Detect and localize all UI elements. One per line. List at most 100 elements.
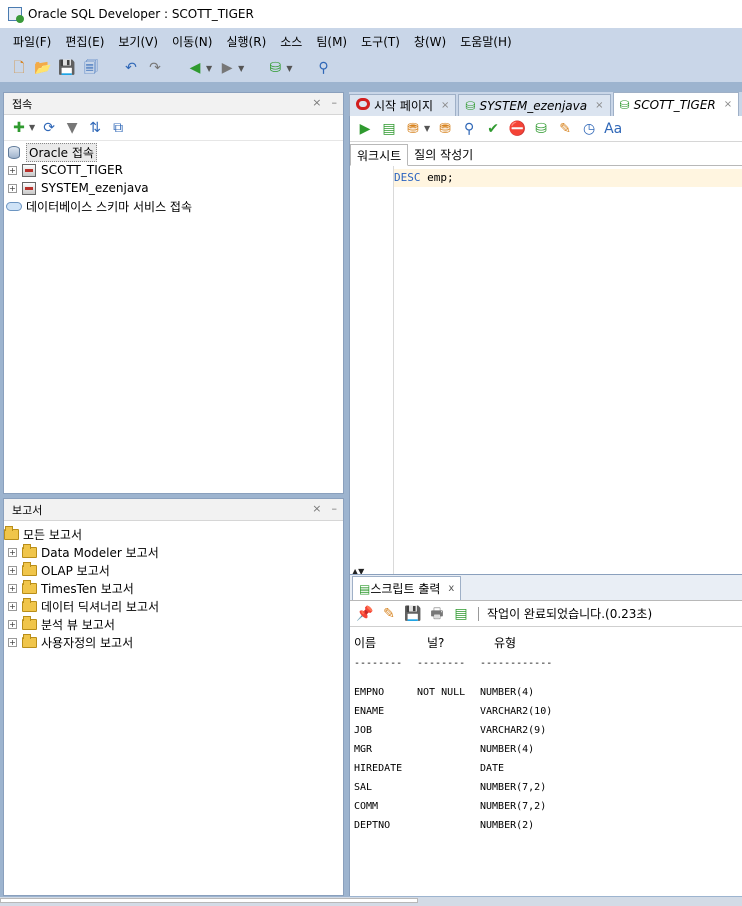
tab-close-icon[interactable]: × [724, 99, 732, 110]
history-icon[interactable]: ◷ [580, 120, 598, 138]
autotrace-icon[interactable]: ✔ [484, 120, 502, 138]
expand-icon[interactable]: + [8, 619, 17, 629]
script-output-panel: ▤ 스크립트 출력 x 📌 ✎ 💾 🖶 ▤ 작업이 완료되었습니다.(0.23초… [349, 574, 742, 896]
save-all-icon[interactable]: 🗐 [82, 59, 100, 77]
script-icon[interactable]: ▤ [452, 605, 470, 623]
sort-icon[interactable]: ⇅ [86, 119, 104, 137]
nullable: NOT NULL [417, 687, 466, 698]
menu-help[interactable]: 도움말(H) [453, 33, 519, 50]
menu-source[interactable]: 소스 [273, 33, 309, 50]
horizontal-scrollbar[interactable] [0, 898, 418, 903]
editor-toolbar: ▶ ▤ ⛃ ▼ ⛃ ⚲ ✔ ⛔ ⛁ ✎ ◷ Aa [350, 116, 742, 142]
column-name: JOB [354, 725, 373, 736]
redo-icon[interactable]: ↷ [146, 59, 164, 77]
separator: -------- [354, 657, 403, 669]
menu-tools[interactable]: 도구(T) [354, 33, 407, 50]
tab-close-icon[interactable]: x [448, 583, 454, 594]
new-file-icon[interactable]: 🗋 [10, 59, 28, 77]
tree-item-report[interactable]: + Data Modeler 보고서 [6, 543, 343, 561]
subtab-query-builder[interactable]: 질의 작성기 [408, 143, 479, 165]
tree-item-report[interactable]: + TimesTen 보고서 [6, 579, 343, 597]
back-icon[interactable]: ◀ [186, 59, 204, 77]
expand-icon[interactable]: + [8, 183, 17, 193]
sql-tuning-icon[interactable]: ⛁ [532, 120, 550, 138]
pin-icon[interactable]: 📌 [356, 605, 374, 623]
tree-item-report[interactable]: + OLAP 보고서 [6, 561, 343, 579]
tree-item-system-ezenjava[interactable]: + SYSTEM_ezenjava [6, 179, 343, 197]
menu-file[interactable]: 파일(F) [6, 33, 58, 50]
open-folder-icon[interactable]: 📂 [34, 59, 52, 77]
expand-icon[interactable]: + [8, 547, 17, 557]
rollback-icon[interactable]: ⛃ [436, 120, 454, 138]
connections-close-icon[interactable]: × [312, 96, 321, 109]
tree-item-report[interactable]: + 데이터 딕셔너리 보고서 [6, 597, 343, 615]
column-name: ENAME [354, 706, 385, 717]
run-script-icon[interactable]: ▤ [380, 120, 398, 138]
add-connection-dropdown-icon[interactable]: ▼ [29, 123, 35, 132]
column-type: NUMBER(7,2) [480, 782, 547, 793]
explain-plan-icon[interactable]: ⚲ [460, 120, 478, 138]
schema-browser-icon[interactable]: ⧉ [109, 119, 127, 137]
undo-icon[interactable]: ↶ [122, 59, 140, 77]
code-editor[interactable]: DESC emp; ▲▼ [350, 166, 742, 576]
clear-output-icon[interactable]: ✎ [380, 605, 398, 623]
forward-dropdown-icon[interactable]: ▼ [238, 64, 244, 73]
tree-item-scott-tiger[interactable]: + SCOTT_TIGER [6, 161, 343, 179]
column-name: COMM [354, 801, 379, 812]
reports-tree: 모든 보고서 + Data Modeler 보고서 + OLAP 보고서 + T… [3, 521, 343, 651]
clear-icon[interactable]: ✎ [556, 120, 574, 138]
sql-worksheet-icon[interactable]: ⛁ [266, 59, 284, 77]
add-connection-icon[interactable]: ✚ [10, 119, 28, 137]
save-icon[interactable]: 💾 [58, 59, 76, 77]
tab-label: SYSTEM_ezenjava [479, 98, 588, 113]
subtab-worksheet[interactable]: 워크시트 [350, 144, 409, 166]
folder-icon [21, 579, 37, 595]
menu-window[interactable]: 창(W) [407, 33, 453, 50]
tab-close-icon[interactable]: × [595, 100, 603, 111]
reports-panel: 보고서 × – 모든 보고서 + Data Modeler 보고서 + OLAP… [3, 498, 344, 896]
refresh-icon[interactable]: ⟳ [40, 119, 58, 137]
filter-icon[interactable]: ▼ [63, 119, 81, 137]
expand-icon[interactable]: + [8, 165, 17, 175]
expand-icon[interactable]: + [8, 583, 17, 593]
tree-root-all-reports[interactable]: 모든 보고서 [3, 525, 343, 543]
forward-icon[interactable]: ▶ [218, 59, 236, 77]
tab-close-icon[interactable]: × [441, 100, 449, 111]
commit-dropdown-icon[interactable]: ▼ [424, 124, 430, 133]
editor-subtabs: 워크시트 질의 작성기 [350, 142, 742, 166]
find-icon[interactable]: ⚲ [314, 59, 332, 77]
expand-icon[interactable]: + [8, 637, 17, 647]
menu-run[interactable]: 실행(R) [219, 33, 273, 50]
expand-icon[interactable]: + [8, 565, 17, 575]
menu-edit[interactable]: 편집(E) [58, 33, 111, 50]
table-row: JOB VARCHAR2(9) [354, 721, 742, 740]
tab-system-ezenjava[interactable]: ⛁ SYSTEM_ezenjava × [458, 94, 611, 116]
save-output-icon[interactable]: 💾 [404, 605, 422, 623]
table-row: COMM NUMBER(7,2) [354, 797, 742, 816]
tab-start-page[interactable]: 시작 페이지 × [349, 94, 457, 116]
connections-minimize-icon[interactable]: – [332, 96, 338, 109]
tree-item-report[interactable]: + 분석 뷰 보고서 [6, 615, 343, 633]
menu-view[interactable]: 보기(V) [111, 33, 165, 50]
code-line[interactable]: DESC emp; [394, 169, 742, 187]
expand-icon[interactable]: + [8, 601, 17, 611]
reports-close-icon[interactable]: × [312, 502, 321, 515]
to-upper-icon[interactable]: Aa [604, 120, 622, 138]
folder-icon [21, 633, 37, 649]
cancel-icon[interactable]: ⛔ [508, 120, 526, 138]
commit-icon[interactable]: ⛃ [404, 120, 422, 138]
print-icon[interactable]: 🖶 [428, 605, 446, 623]
tree-item-report[interactable]: + 사용자정의 보고서 [6, 633, 343, 651]
tree-item-cloud-connections[interactable]: 데이터베이스 스키마 서비스 접속 [6, 197, 343, 215]
reports-minimize-icon[interactable]: – [332, 502, 338, 515]
folder-icon [21, 597, 37, 613]
tree-root-oracle-connections[interactable]: Oracle 접속 [6, 142, 343, 162]
output-header-row: 이름 널? 유형 [354, 631, 742, 653]
run-statement-icon[interactable]: ▶ [356, 120, 374, 138]
menu-team[interactable]: 팀(M) [309, 33, 354, 50]
tab-scott-tiger[interactable]: ⛁ SCOTT_TIGER × [612, 92, 740, 116]
back-dropdown-icon[interactable]: ▼ [206, 64, 212, 73]
menu-navigate[interactable]: 이동(N) [165, 33, 219, 50]
sql-worksheet-dropdown-icon[interactable]: ▼ [286, 64, 292, 73]
tab-script-output[interactable]: ▤ 스크립트 출력 x [352, 576, 462, 600]
